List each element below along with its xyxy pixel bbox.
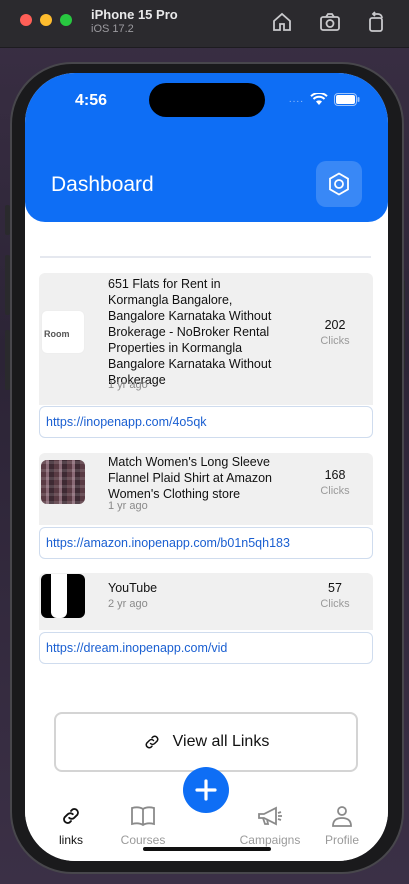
click-count: 202 bbox=[324, 318, 346, 332]
link-title-line: Kormangla Bangalore, bbox=[108, 293, 233, 307]
thumbnail-shape bbox=[51, 574, 67, 618]
link-title-line: Bangalore Karnataka Without bbox=[108, 309, 272, 323]
tab-links[interactable]: links bbox=[41, 805, 101, 847]
link-title-line: Properties in Kormangla bbox=[108, 341, 243, 355]
plus-icon bbox=[195, 779, 217, 801]
signal-dots: .... bbox=[288, 94, 304, 105]
link-card[interactable]: YouTube 2 yr ago 57 Clicks https://dream… bbox=[39, 573, 373, 664]
link-title: Match Women's Long Sleeve Flannel Plaid … bbox=[108, 454, 272, 502]
status-icons: .... bbox=[289, 93, 360, 106]
link-thumbnail bbox=[41, 574, 85, 618]
tab-label: links bbox=[58, 833, 83, 847]
link-title-line: Bangalore Karnataka Without bbox=[108, 357, 272, 371]
view-all-label: View all Links bbox=[172, 733, 270, 750]
camera-icon bbox=[320, 13, 340, 31]
wifi-icon bbox=[310, 93, 328, 105]
click-count: 168 bbox=[324, 468, 346, 482]
thumbnail-text: Room bbox=[44, 329, 70, 339]
thumbnail-pattern bbox=[41, 460, 85, 504]
zoom-window-button[interactable] bbox=[60, 14, 72, 26]
link-age: 2 yr ago bbox=[108, 598, 148, 610]
link-title: YouTube bbox=[108, 580, 157, 596]
gear-icon bbox=[329, 172, 349, 196]
link-age: 1 yr ago bbox=[108, 500, 148, 512]
megaphone-icon bbox=[258, 806, 282, 826]
click-count-label: Clicks bbox=[320, 335, 350, 347]
link-thumbnail: Room bbox=[41, 310, 85, 354]
screenshot-button[interactable] bbox=[318, 10, 342, 34]
page-title: Dashboard bbox=[51, 173, 154, 196]
link-card-info: Match Women's Long Sleeve Flannel Plaid … bbox=[39, 453, 373, 525]
link-thumbnail bbox=[41, 460, 85, 504]
link-card-info: Room 651 Flats for Rent in Kormangla Ban… bbox=[39, 273, 373, 405]
dashboard-header: 4:56 .... Dashboard bbox=[25, 73, 388, 222]
short-url[interactable]: https://amazon.inopenapp.com/b01n5qh183 bbox=[39, 527, 373, 559]
click-count-label: Clicks bbox=[320, 485, 350, 497]
link-title-line: YouTube bbox=[108, 581, 158, 595]
link-card[interactable]: Match Women's Long Sleeve Flannel Plaid … bbox=[39, 453, 373, 559]
home-button[interactable] bbox=[270, 10, 294, 34]
simulator-device-name: iPhone 15 Pro bbox=[91, 7, 178, 22]
link-card[interactable]: Room 651 Flats for Rent in Kormangla Ban… bbox=[39, 273, 373, 438]
person-icon bbox=[332, 806, 352, 827]
short-url[interactable]: https://dream.inopenapp.com/vid bbox=[39, 632, 373, 664]
minimize-window-button[interactable] bbox=[40, 14, 52, 26]
home-icon bbox=[273, 12, 291, 31]
click-count: 57 bbox=[328, 581, 342, 595]
close-window-button[interactable] bbox=[20, 14, 32, 26]
short-url[interactable]: https://inopenapp.com/4o5qk bbox=[39, 406, 373, 438]
link-age: 1 yr ago bbox=[108, 379, 148, 391]
section-divider bbox=[40, 256, 371, 258]
add-link-button[interactable] bbox=[183, 767, 229, 813]
tab-profile[interactable]: Profile bbox=[312, 805, 372, 847]
link-title-line: Brokerage - NoBroker Rental bbox=[108, 325, 270, 339]
simulator-os-version: iOS 17.2 bbox=[91, 23, 134, 35]
rotate-button[interactable] bbox=[364, 10, 388, 34]
link-icon bbox=[63, 808, 79, 824]
tab-campaigns[interactable]: Campaigns bbox=[238, 805, 302, 847]
tab-courses[interactable]: Courses bbox=[113, 805, 173, 847]
battery-icon bbox=[334, 93, 360, 106]
status-time: 4:56 bbox=[75, 92, 108, 109]
simulator-toolbar: iPhone 15 Pro iOS 17.2 bbox=[0, 0, 409, 48]
book-icon bbox=[131, 806, 155, 827]
link-icon bbox=[145, 735, 159, 749]
link-title-line: 651 Flats for Rent in bbox=[108, 277, 221, 291]
tab-label: Profile bbox=[324, 833, 359, 847]
link-title-line: Match Women's Long Sleeve bbox=[108, 455, 270, 469]
link-title: 651 Flats for Rent in Kormangla Bangalor… bbox=[108, 276, 271, 388]
link-title-line: Flannel Plaid Shirt at Amazon bbox=[108, 471, 272, 485]
tab-label: Courses bbox=[120, 833, 166, 847]
link-card-info: YouTube 2 yr ago 57 Clicks bbox=[39, 573, 373, 630]
dynamic-island bbox=[149, 83, 265, 117]
rotate-icon bbox=[369, 11, 383, 32]
tab-label: Campaigns bbox=[239, 833, 301, 847]
view-all-links-button[interactable]: View all Links bbox=[54, 712, 358, 772]
home-indicator[interactable] bbox=[143, 847, 271, 851]
settings-button[interactable] bbox=[316, 161, 362, 207]
phone-screen: 4:56 .... Dashboard Room 651 Flats for R… bbox=[25, 73, 388, 861]
click-count-label: Clicks bbox=[320, 598, 350, 610]
